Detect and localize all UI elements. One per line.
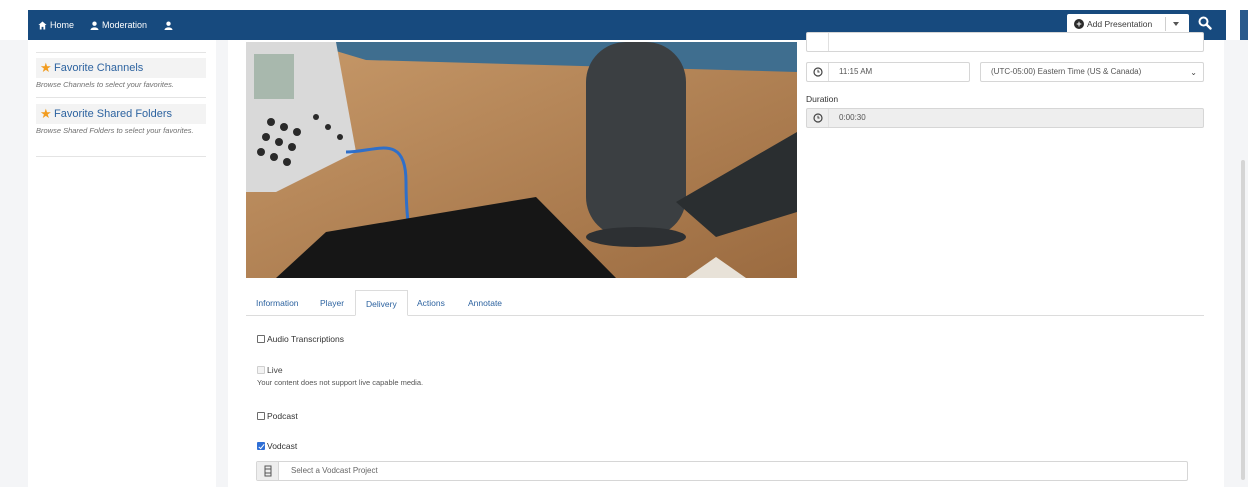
tab-information[interactable]: Information xyxy=(256,290,299,316)
divider xyxy=(36,97,206,98)
home-icon xyxy=(38,21,47,30)
tab-annotate[interactable]: Annotate xyxy=(468,290,502,316)
user-icon xyxy=(90,21,99,30)
time-value: 11:15 AM xyxy=(839,67,873,76)
chevron-down-icon: ⌄ xyxy=(1190,68,1197,77)
vodcast-project-select[interactable]: Select a Vodcast Project xyxy=(256,461,1188,481)
divider xyxy=(36,52,206,53)
tab-player[interactable]: Player xyxy=(320,290,344,316)
main-content: 11:15 AM (UTC-05:00) Eastern Time (US & … xyxy=(228,32,1224,487)
favorite-shared-folders-title: Favorite Shared Folders xyxy=(54,108,172,120)
live-option: Live xyxy=(257,365,283,375)
audio-transcriptions-checkbox[interactable] xyxy=(257,335,265,343)
nav-home-label: Home xyxy=(50,20,75,30)
duration-field: 0:00:30 xyxy=(806,108,1204,128)
nav-user-menu[interactable] xyxy=(164,10,176,40)
nav-home-link[interactable]: Home xyxy=(38,10,74,40)
chevron-down-icon[interactable] xyxy=(1173,22,1179,26)
tab-delivery[interactable]: Delivery xyxy=(355,290,408,316)
podcast-option[interactable]: Podcast xyxy=(257,411,298,421)
add-presentation-label: Add Presentation xyxy=(1087,19,1153,29)
page: Home Moderation + Add Presentation ★ Fav… xyxy=(0,0,1248,487)
window-edge xyxy=(1240,10,1248,40)
podcast-checkbox[interactable] xyxy=(257,412,265,420)
tab-actions[interactable]: Actions xyxy=(417,290,445,316)
user-icon xyxy=(164,21,173,30)
audio-transcriptions-label: Audio Transcriptions xyxy=(267,334,345,344)
live-label: Live xyxy=(267,365,283,375)
favorite-shared-folders-header[interactable]: ★ Favorite Shared Folders xyxy=(36,104,206,124)
favorite-channels-header[interactable]: ★ Favorite Channels xyxy=(36,58,206,78)
favorite-shared-folders-description: Browse Shared Folders to select your fav… xyxy=(36,126,194,135)
duration-label: Duration xyxy=(806,94,839,104)
sidebar: ★ Favorite Channels Browse Channels to s… xyxy=(28,40,216,487)
page-scrollbar-thumb[interactable] xyxy=(1241,160,1245,480)
divider xyxy=(36,156,206,157)
nav-moderation-link[interactable]: Moderation xyxy=(90,10,147,40)
star-icon: ★ xyxy=(40,106,52,121)
duration-value: 0:00:30 xyxy=(839,113,866,122)
favorite-channels-description: Browse Channels to select your favorites… xyxy=(36,80,174,89)
live-checkbox xyxy=(257,366,265,374)
audio-transcriptions-option[interactable]: Audio Transcriptions xyxy=(257,334,344,344)
date-field[interactable] xyxy=(806,32,1204,52)
calendar-icon xyxy=(807,33,829,51)
vodcast-option[interactable]: Vodcast xyxy=(257,441,297,451)
video-frame-image xyxy=(246,42,797,278)
timezone-value: (UTC-05:00) Eastern Time (US & Canada) xyxy=(991,67,1142,76)
add-presentation-button[interactable]: + Add Presentation xyxy=(1067,14,1189,34)
timezone-select[interactable]: (UTC-05:00) Eastern Time (US & Canada) ⌄ xyxy=(980,62,1204,82)
video-preview[interactable] xyxy=(246,42,797,278)
plus-circle-icon: + xyxy=(1074,19,1084,29)
presentation-tabs: Information Player Delivery Actions Anno… xyxy=(246,290,1204,316)
vodcast-project-placeholder: Select a Vodcast Project xyxy=(291,466,378,475)
clock-icon xyxy=(807,109,829,127)
podcast-label: Podcast xyxy=(267,411,298,421)
film-icon xyxy=(257,462,279,480)
clock-icon xyxy=(807,63,829,81)
search-icon xyxy=(1198,16,1212,30)
vodcast-checkbox[interactable] xyxy=(257,442,265,450)
star-icon: ★ xyxy=(40,60,52,75)
vodcast-label: Vodcast xyxy=(267,441,298,451)
button-divider xyxy=(1165,17,1166,31)
live-note: Your content does not support live capab… xyxy=(257,378,424,387)
time-input[interactable]: 11:15 AM xyxy=(806,62,970,82)
nav-moderation-label: Moderation xyxy=(102,20,148,30)
favorite-channels-title: Favorite Channels xyxy=(54,62,144,74)
